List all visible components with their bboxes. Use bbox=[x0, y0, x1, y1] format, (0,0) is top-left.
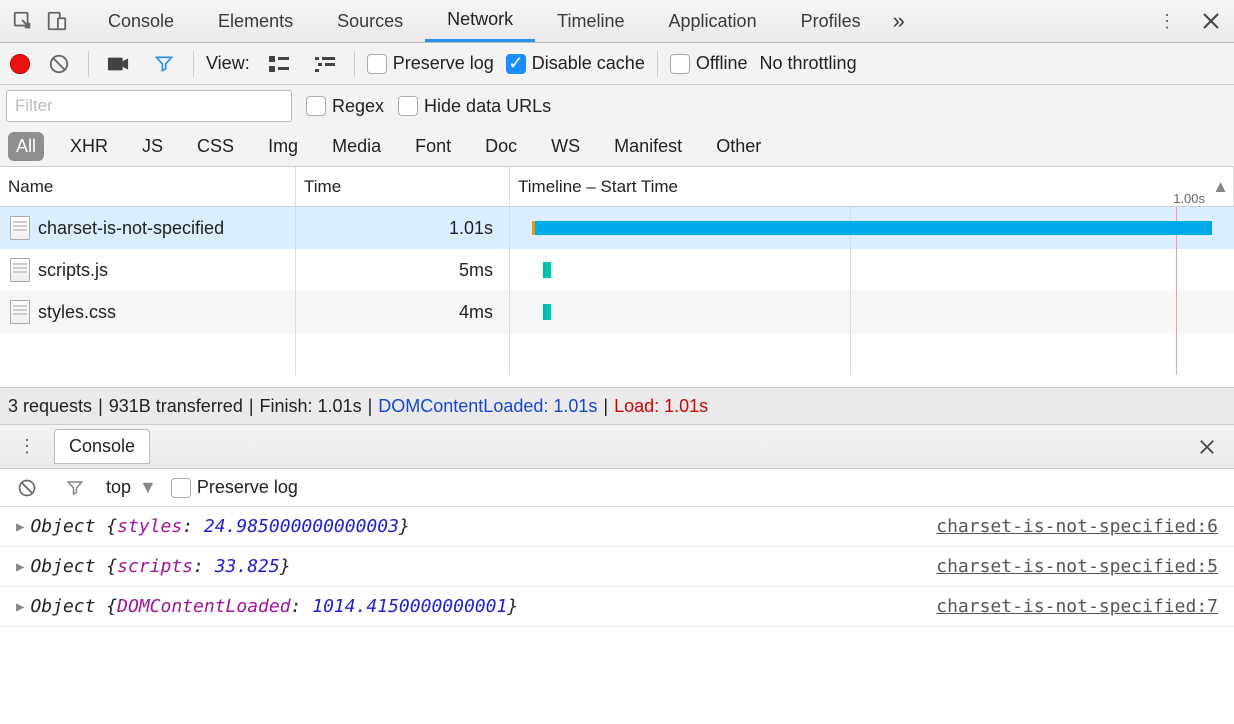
drawer-tab-console[interactable]: Console bbox=[54, 429, 150, 464]
sort-arrow-icon: ▲ bbox=[1212, 177, 1229, 197]
preserve-log-checkbox[interactable]: Preserve log bbox=[367, 53, 494, 74]
console-line[interactable]: ▶ Object {styles: 24.985000000000003} ch… bbox=[0, 507, 1234, 547]
network-toolbar: View: Preserve log ✓ Disable cache Offli… bbox=[0, 43, 1234, 85]
table-row[interactable]: scripts.js 5ms bbox=[0, 249, 1234, 291]
console-preserve-checkbox[interactable]: Preserve log bbox=[171, 477, 298, 498]
view-small-icon[interactable] bbox=[308, 47, 342, 81]
timeline-tick: 1.00s bbox=[1173, 191, 1205, 206]
hide-data-urls-checkbox[interactable]: Hide data URLs bbox=[398, 96, 551, 117]
record-button[interactable] bbox=[10, 54, 30, 74]
type-filter-row: All XHR JS CSS Img Media Font Doc WS Man… bbox=[0, 127, 1234, 167]
console-line[interactable]: ▶ Object {DOMContentLoaded: 1014.4150000… bbox=[0, 587, 1234, 627]
context-label: top bbox=[106, 477, 131, 498]
console-preserve-label: Preserve log bbox=[197, 477, 298, 498]
request-name: scripts.js bbox=[38, 260, 108, 281]
doc-icon bbox=[10, 258, 30, 282]
context-select[interactable]: top ▼ bbox=[106, 477, 157, 498]
expand-icon[interactable]: ▶ bbox=[16, 599, 24, 615]
summary-bar: 3 requests | 931B transferred | Finish: … bbox=[0, 387, 1234, 425]
column-headers: Name Time Timeline – Start Time 1.00s ▲ bbox=[0, 167, 1234, 207]
pill-img[interactable]: Img bbox=[260, 132, 306, 161]
tab-console[interactable]: Console bbox=[86, 0, 196, 42]
timeline-bar bbox=[543, 262, 551, 278]
pill-other[interactable]: Other bbox=[708, 132, 769, 161]
request-name: styles.css bbox=[38, 302, 116, 323]
tab-network[interactable]: Network bbox=[425, 0, 535, 42]
filter-toggle-icon[interactable] bbox=[147, 47, 181, 81]
pill-all[interactable]: All bbox=[8, 132, 44, 161]
clear-icon[interactable] bbox=[42, 47, 76, 81]
main-tab-bar: Console Elements Sources Network Timelin… bbox=[0, 0, 1234, 43]
summary-finish: Finish: 1.01s bbox=[260, 396, 362, 417]
tab-profiles[interactable]: Profiles bbox=[779, 0, 883, 42]
summary-dcl: DOMContentLoaded: 1.01s bbox=[378, 396, 597, 417]
regex-checkbox[interactable]: Regex bbox=[306, 96, 384, 117]
disable-cache-checkbox[interactable]: ✓ Disable cache bbox=[506, 53, 645, 74]
summary-requests: 3 requests bbox=[8, 396, 92, 417]
view-label: View: bbox=[206, 53, 250, 74]
drawer-kebab-icon[interactable]: ⋮ bbox=[10, 430, 44, 464]
close-icon[interactable] bbox=[1194, 4, 1228, 38]
table-row bbox=[0, 333, 1234, 375]
header-timeline[interactable]: Timeline – Start Time 1.00s ▲ bbox=[510, 167, 1234, 206]
summary-load: Load: 1.01s bbox=[614, 396, 708, 417]
header-name[interactable]: Name bbox=[0, 167, 296, 206]
inspect-icon[interactable] bbox=[6, 4, 40, 38]
table-row[interactable]: styles.css 4ms bbox=[0, 291, 1234, 333]
pill-js[interactable]: JS bbox=[134, 132, 171, 161]
device-toolbar-icon[interactable] bbox=[40, 4, 74, 38]
pill-manifest[interactable]: Manifest bbox=[606, 132, 690, 161]
offline-checkbox[interactable]: Offline bbox=[670, 53, 748, 74]
console-toolbar: top ▼ Preserve log bbox=[0, 469, 1234, 507]
source-link[interactable]: charset-is-not-specified:5 bbox=[936, 556, 1218, 577]
request-name: charset-is-not-specified bbox=[38, 218, 224, 239]
drawer-close-icon[interactable] bbox=[1190, 430, 1224, 464]
pill-doc[interactable]: Doc bbox=[477, 132, 525, 161]
console-clear-icon[interactable] bbox=[10, 471, 44, 505]
request-time: 5ms bbox=[296, 249, 510, 291]
pill-ws[interactable]: WS bbox=[543, 132, 588, 161]
regex-label: Regex bbox=[332, 96, 384, 117]
kebab-icon[interactable]: ⋮ bbox=[1150, 4, 1184, 38]
chevron-down-icon: ▼ bbox=[139, 477, 157, 498]
expand-icon[interactable]: ▶ bbox=[16, 559, 24, 575]
source-link[interactable]: charset-is-not-specified:7 bbox=[936, 596, 1218, 617]
request-time: 1.01s bbox=[296, 207, 510, 249]
disable-cache-label: Disable cache bbox=[532, 53, 645, 74]
drawer-header: ⋮ Console bbox=[0, 425, 1234, 469]
pill-font[interactable]: Font bbox=[407, 132, 459, 161]
source-link[interactable]: charset-is-not-specified:6 bbox=[936, 516, 1218, 537]
preserve-log-label: Preserve log bbox=[393, 53, 494, 74]
console-line[interactable]: ▶ Object {scripts: 33.825} charset-is-no… bbox=[0, 547, 1234, 587]
pill-media[interactable]: Media bbox=[324, 132, 389, 161]
tab-application[interactable]: Application bbox=[647, 0, 779, 42]
console-output: ▶ Object {styles: 24.985000000000003} ch… bbox=[0, 507, 1234, 627]
console-filter-icon[interactable] bbox=[58, 471, 92, 505]
view-large-icon[interactable] bbox=[262, 47, 296, 81]
expand-icon[interactable]: ▶ bbox=[16, 519, 24, 535]
doc-icon bbox=[10, 300, 30, 324]
timeline-bar bbox=[532, 221, 1212, 235]
table-row[interactable]: charset-is-not-specified 1.01s bbox=[0, 207, 1234, 249]
throttle-select[interactable]: No throttling bbox=[760, 53, 857, 74]
pill-xhr[interactable]: XHR bbox=[62, 132, 116, 161]
filter-row: Regex Hide data URLs bbox=[0, 85, 1234, 127]
header-timeline-label: Timeline – Start Time bbox=[518, 177, 678, 197]
offline-label: Offline bbox=[696, 53, 748, 74]
camera-icon[interactable] bbox=[101, 47, 135, 81]
tab-sources[interactable]: Sources bbox=[315, 0, 425, 42]
request-list: charset-is-not-specified 1.01s scripts.j… bbox=[0, 207, 1234, 387]
pill-css[interactable]: CSS bbox=[189, 132, 242, 161]
timeline-bar bbox=[543, 304, 551, 320]
header-time[interactable]: Time bbox=[296, 167, 510, 206]
filter-input[interactable] bbox=[6, 90, 292, 122]
request-time: 4ms bbox=[296, 291, 510, 333]
more-tabs-icon[interactable]: » bbox=[883, 0, 915, 42]
tab-elements[interactable]: Elements bbox=[196, 0, 315, 42]
doc-icon bbox=[10, 216, 30, 240]
hide-data-urls-label: Hide data URLs bbox=[424, 96, 551, 117]
tab-timeline[interactable]: Timeline bbox=[535, 0, 646, 42]
summary-transferred: 931B transferred bbox=[109, 396, 243, 417]
